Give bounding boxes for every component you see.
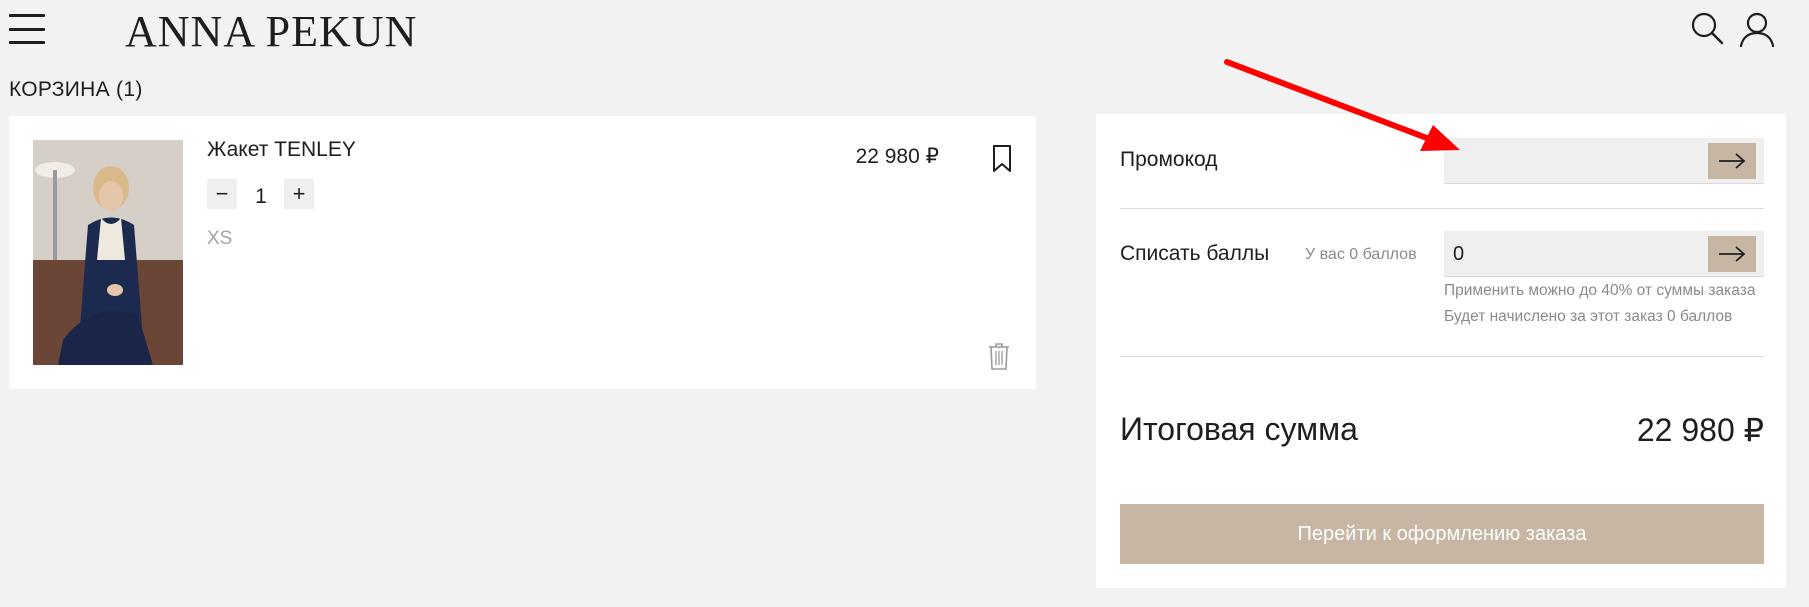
product-image-illustration (33, 140, 183, 365)
arrow-right-icon (1719, 246, 1746, 262)
arrow-right-icon (1719, 153, 1746, 169)
decrease-quantity-button[interactable]: − (207, 179, 237, 209)
promo-field (1444, 138, 1764, 184)
menu-icon-bar (9, 27, 45, 31)
cart-title: КОРЗИНА (1) (9, 78, 143, 101)
product-image[interactable] (33, 140, 183, 365)
product-size: XS (207, 228, 233, 249)
trash-icon[interactable] (986, 341, 1012, 371)
menu-icon[interactable] (9, 14, 45, 44)
apply-promo-button[interactable] (1708, 143, 1756, 179)
apply-points-button[interactable] (1708, 236, 1756, 272)
menu-icon-bar (9, 14, 45, 17)
points-label: Списать баллы (1120, 242, 1270, 265)
site-logo[interactable]: ANNA PEKUN (125, 6, 417, 57)
points-input[interactable] (1444, 231, 1704, 277)
site-header: ANNA PEKUN (0, 0, 1809, 60)
user-icon[interactable] (1738, 10, 1776, 48)
total-value: 22 980 ₽ (1636, 412, 1764, 448)
total-label: Итоговая сумма (1120, 411, 1358, 447)
divider (1120, 356, 1764, 357)
points-field (1444, 231, 1764, 277)
item-price: 22 980 ₽ (855, 145, 939, 168)
increase-quantity-button[interactable]: + (284, 179, 314, 209)
points-max-hint: Применить можно до 40% от суммы заказа (1444, 282, 1756, 299)
promo-input[interactable] (1444, 138, 1704, 184)
cart-item: Жакет TENLEY − 1 + XS 22 980 ₽ (9, 116, 1036, 389)
bookmark-icon[interactable] (990, 144, 1014, 174)
order-summary: Промокод Списать баллы У вас 0 баллов Пр… (1096, 114, 1786, 588)
points-accrual-hint: Будет начислено за этот заказ 0 баллов (1444, 308, 1733, 325)
checkout-button[interactable]: Перейти к оформлению заказа (1120, 504, 1764, 564)
divider (1120, 208, 1764, 209)
menu-icon-bar (9, 41, 45, 44)
product-name[interactable]: Жакет TENLEY (207, 138, 356, 162)
search-icon[interactable] (1688, 10, 1726, 48)
quantity-value: 1 (255, 185, 267, 208)
points-balance: У вас 0 баллов (1305, 246, 1417, 263)
promo-label: Промокод (1120, 148, 1218, 171)
